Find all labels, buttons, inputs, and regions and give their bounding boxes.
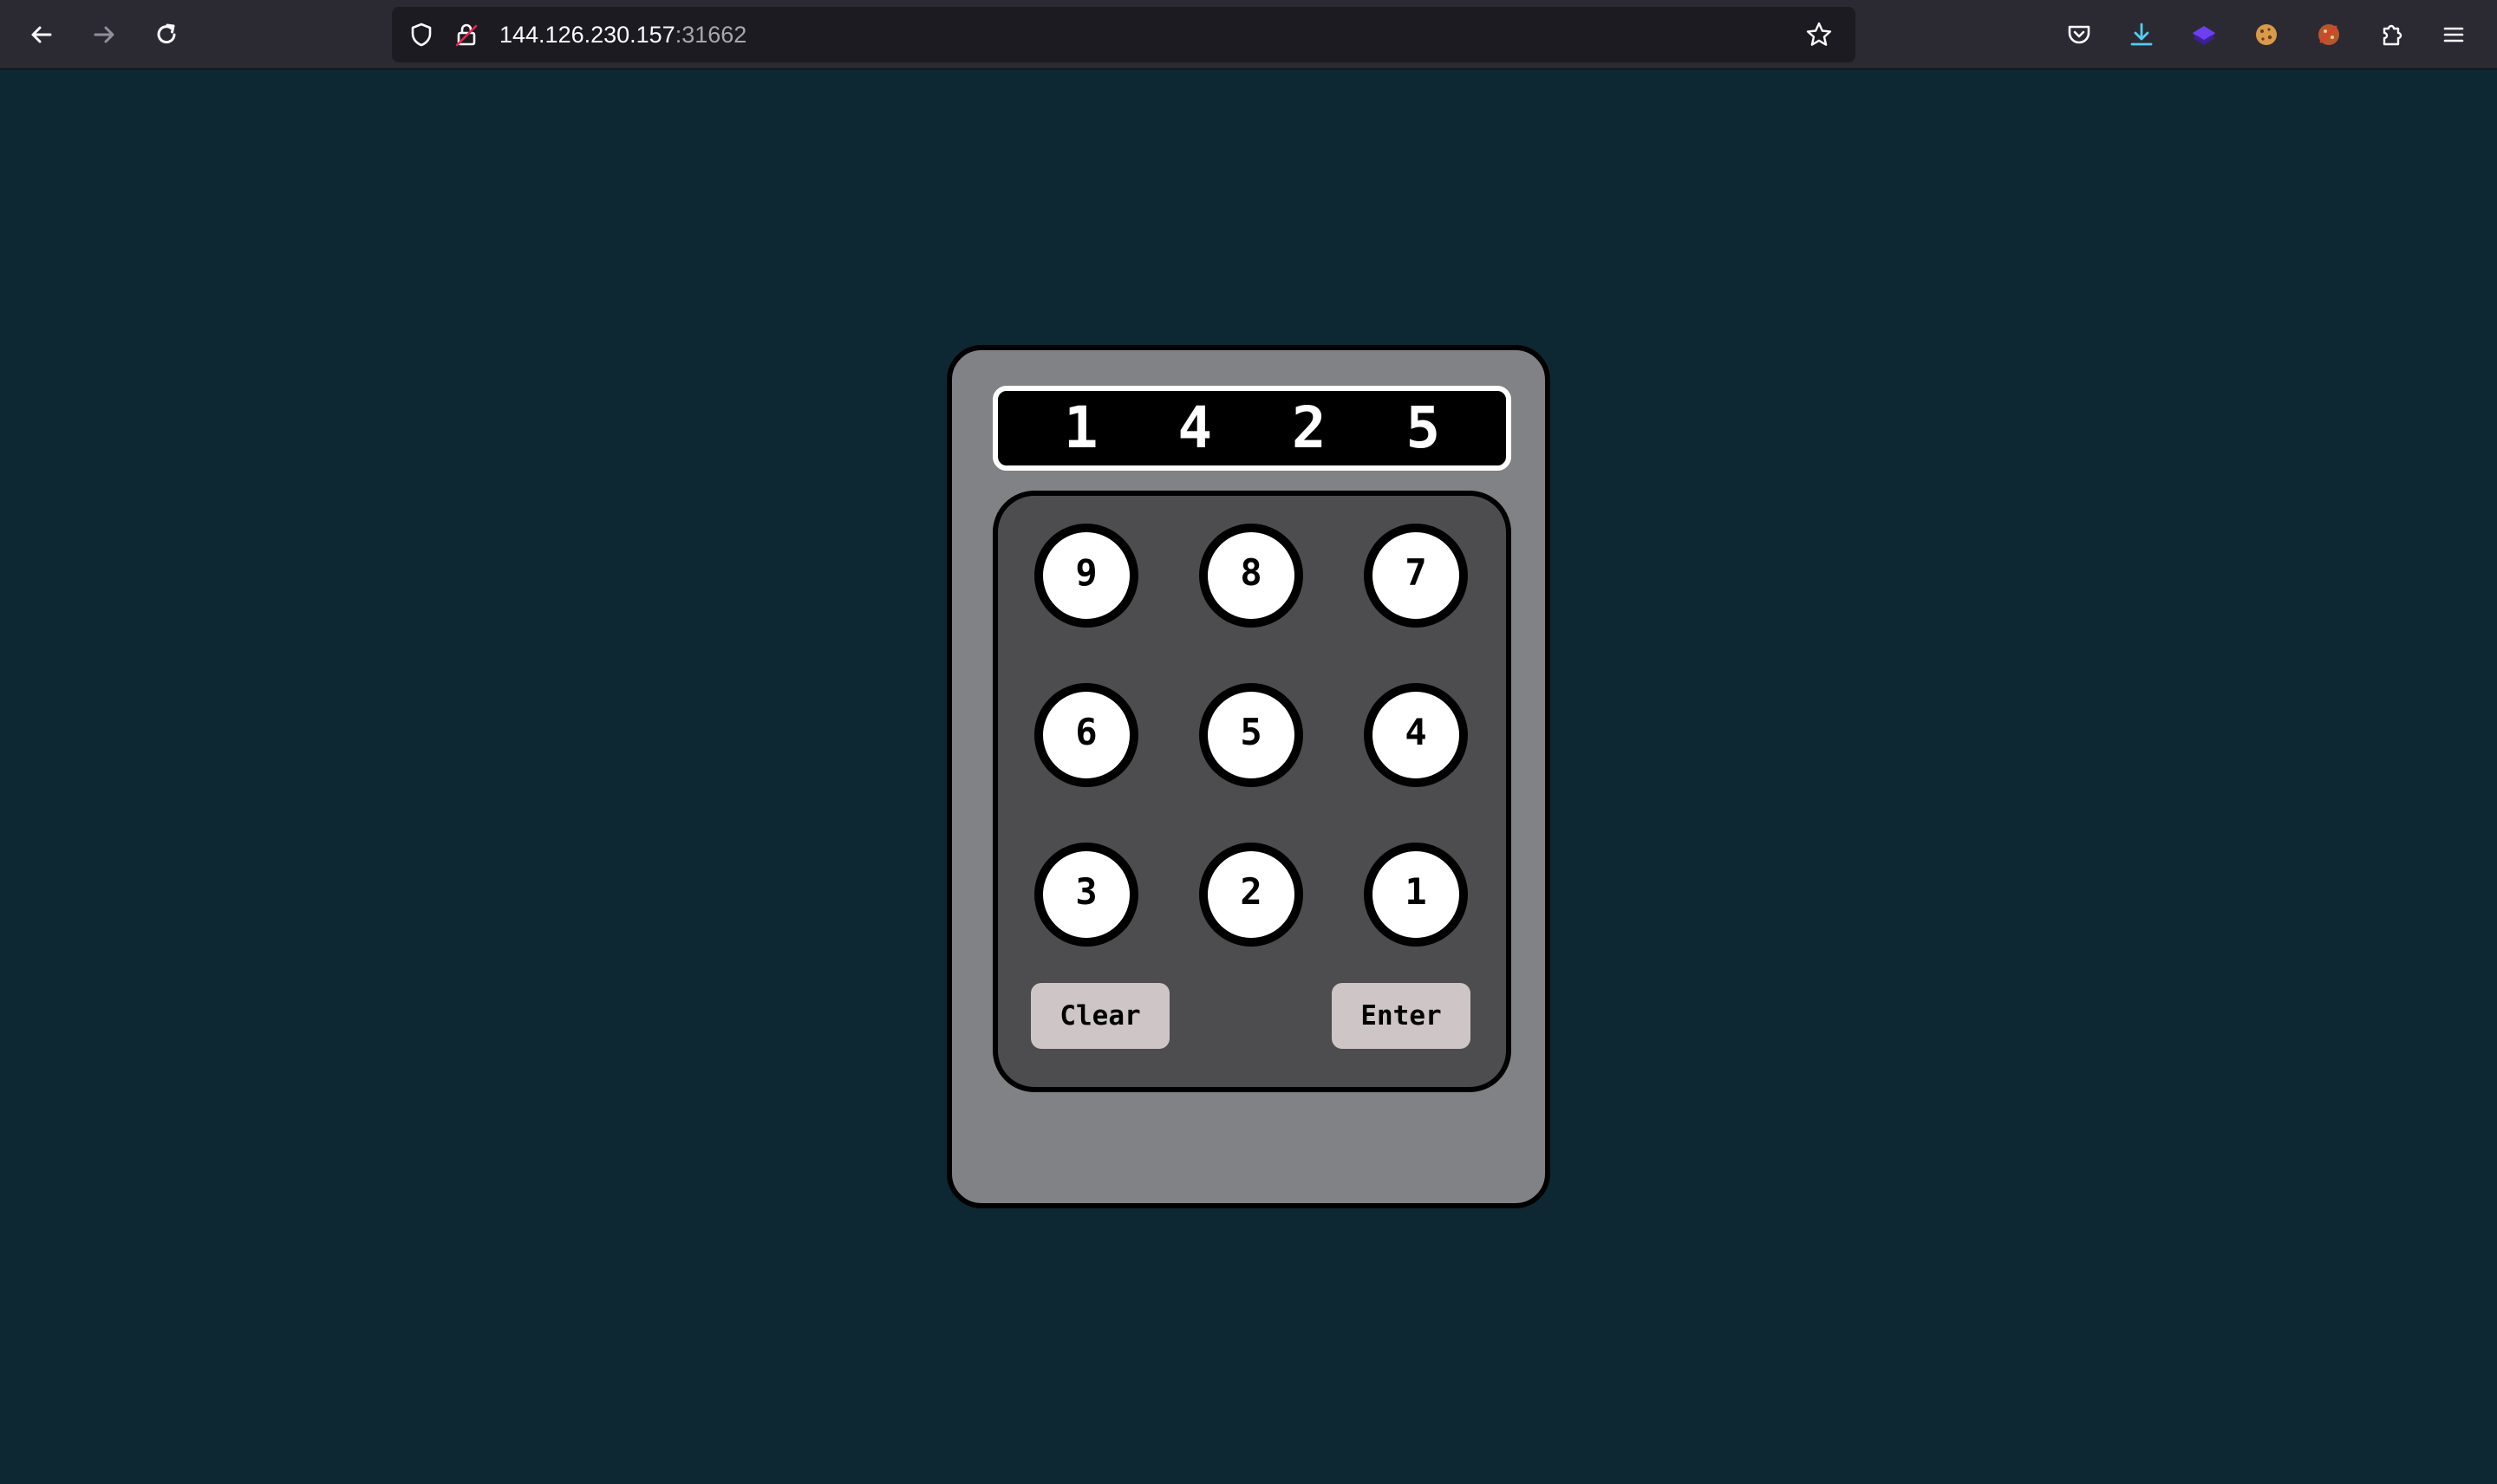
key-2[interactable]: 2: [1199, 843, 1303, 947]
bookmark-button[interactable]: [1800, 16, 1838, 54]
extension-layers-button[interactable]: [2185, 16, 2223, 54]
key-3[interactable]: 3: [1034, 843, 1138, 947]
key-8[interactable]: 8: [1199, 524, 1303, 628]
cookie-editor-extension-icon: [2318, 24, 2339, 45]
keypad: 9 8 7 6 5 4 3 2 1 Clear Enter: [993, 491, 1511, 1092]
url-port: :31662: [675, 22, 747, 48]
key-1[interactable]: 1: [1364, 843, 1468, 947]
enter-button[interactable]: Enter: [1332, 983, 1470, 1049]
extension-cookie-button[interactable]: [2247, 16, 2285, 54]
download-icon: [2130, 23, 2153, 46]
cookie-extension-icon: [2256, 24, 2277, 45]
key-7[interactable]: 7: [1364, 524, 1468, 628]
pocket-button[interactable]: [2060, 16, 2098, 54]
layers-extension-icon: [2193, 26, 2215, 45]
arrow-right-icon: [94, 26, 114, 43]
shield-icon: [411, 23, 432, 47]
url-host: 144.126.230.157: [499, 22, 675, 48]
reload-icon: [157, 23, 176, 44]
puzzle-icon: [2383, 24, 2402, 46]
app-menu-button[interactable]: [2435, 16, 2473, 54]
forward-button[interactable]: [85, 16, 123, 54]
clear-button[interactable]: Clear: [1031, 983, 1170, 1049]
extensions-button[interactable]: [2372, 16, 2410, 54]
keypad-device: 1 4 2 5 9 8 7 6 5 4 3 2 1 Clear Enter: [947, 345, 1550, 1208]
code-display-value: 1 4 2 5: [1063, 394, 1464, 461]
back-button[interactable]: [23, 16, 61, 54]
url-text[interactable]: 144.126.230.157:31662: [499, 7, 746, 62]
key-9[interactable]: 9: [1034, 524, 1138, 628]
key-4[interactable]: 4: [1364, 683, 1468, 787]
star-icon: [1806, 22, 1832, 46]
lock-insecure-icon: [455, 23, 478, 47]
reload-button[interactable]: [147, 16, 186, 54]
extension-cookie-editor-button[interactable]: [2310, 16, 2348, 54]
key-5[interactable]: 5: [1199, 683, 1303, 787]
tracking-protection-button[interactable]: [402, 16, 440, 54]
downloads-button[interactable]: [2122, 16, 2161, 54]
hamburger-menu-icon: [2443, 27, 2464, 42]
site-info-button[interactable]: [447, 16, 486, 54]
code-display: 1 4 2 5: [993, 386, 1511, 471]
key-6[interactable]: 6: [1034, 683, 1138, 787]
browser-toolbar: 144.126.230.157:31662: [0, 0, 2497, 69]
pocket-icon: [2068, 25, 2090, 44]
arrow-left-icon: [31, 26, 52, 43]
address-bar[interactable]: 144.126.230.157:31662: [392, 7, 1855, 62]
